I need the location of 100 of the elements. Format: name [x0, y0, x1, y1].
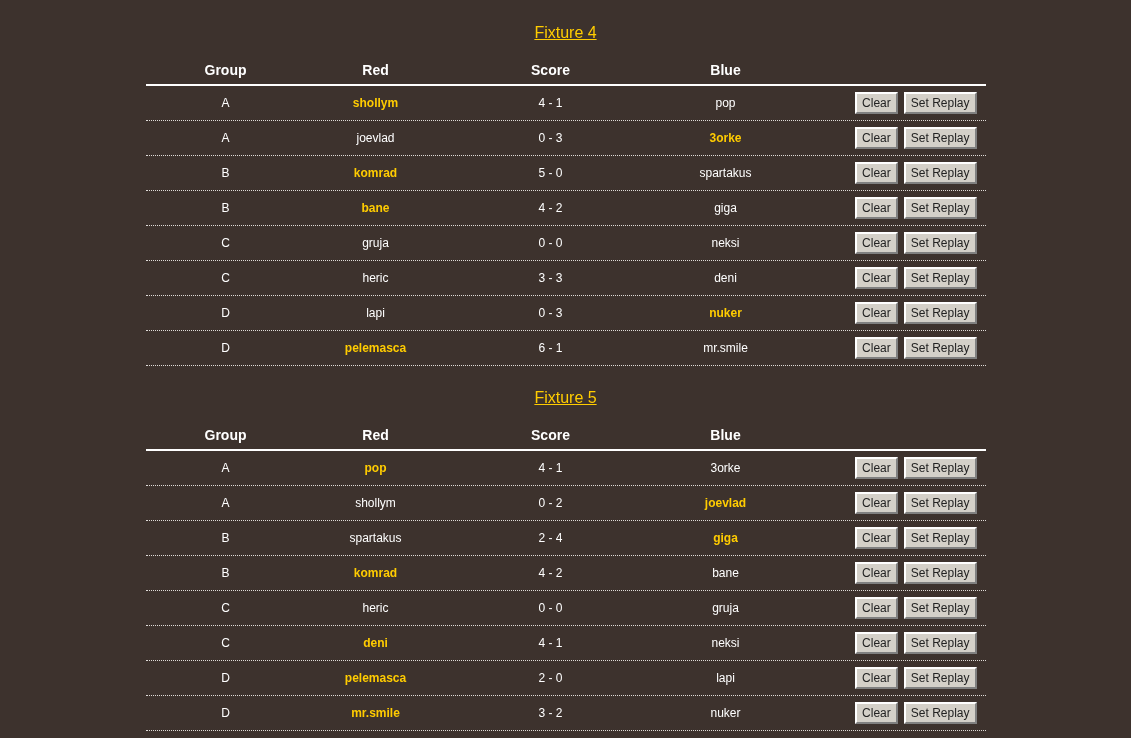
player-name: gruja — [362, 235, 389, 251]
player-name: pop — [364, 460, 387, 476]
set-replay-button[interactable]: Set Replay — [903, 597, 977, 619]
set-replay-button[interactable]: Set Replay — [903, 492, 977, 514]
set-replay-button[interactable]: Set Replay — [903, 562, 977, 584]
group-cell: B — [221, 565, 230, 581]
player-name: deni — [714, 270, 737, 286]
score-cell: 3 - 3 — [538, 270, 563, 286]
player-name: nuker — [709, 305, 742, 321]
column-header: Score — [531, 61, 570, 80]
player-name: joevlad — [704, 495, 747, 511]
player-name: nuker — [710, 705, 741, 721]
group-cell: C — [221, 270, 230, 286]
player-name: heric — [362, 600, 389, 616]
score-cell: 4 - 1 — [538, 635, 563, 651]
player-name: pop — [715, 95, 736, 111]
set-replay-button[interactable]: Set Replay — [903, 302, 977, 324]
set-replay-button[interactable]: Set Replay — [903, 267, 977, 289]
player-name: 3orke — [710, 460, 741, 476]
set-replay-button[interactable]: Set Replay — [903, 197, 977, 219]
player-name: shollym — [355, 495, 396, 511]
clear-button[interactable]: Clear — [855, 127, 898, 149]
clear-button[interactable]: Clear — [855, 597, 898, 619]
clear-button[interactable]: Clear — [855, 337, 898, 359]
score-cell: 2 - 4 — [538, 530, 563, 546]
column-header: Blue — [710, 61, 741, 80]
player-name: heric — [362, 270, 389, 286]
player-name: bane — [361, 200, 390, 216]
clear-button[interactable]: Clear — [855, 457, 898, 479]
player-name: deni — [363, 635, 388, 651]
clear-button[interactable]: Clear — [855, 302, 898, 324]
score-cell: 4 - 2 — [538, 565, 563, 581]
group-cell: D — [221, 305, 230, 321]
player-name: giga — [714, 200, 737, 216]
clear-button[interactable]: Clear — [855, 562, 898, 584]
player-name: gruja — [712, 600, 739, 616]
group-cell: D — [221, 670, 230, 686]
player-name: neksi — [711, 235, 740, 251]
set-replay-button[interactable]: Set Replay — [903, 667, 977, 689]
column-header: Red — [362, 61, 389, 80]
group-cell: A — [221, 95, 230, 111]
player-name: lapi — [366, 305, 385, 321]
score-cell: 4 - 2 — [538, 200, 563, 216]
group-cell: A — [221, 495, 230, 511]
clear-button[interactable]: Clear — [855, 162, 898, 184]
player-name: neksi — [711, 635, 740, 651]
clear-button[interactable]: Clear — [855, 632, 898, 654]
score-cell: 5 - 0 — [538, 165, 563, 181]
score-cell: 0 - 0 — [538, 600, 563, 616]
player-name: bane — [712, 565, 739, 581]
set-replay-button[interactable]: Set Replay — [903, 92, 977, 114]
score-cell: 6 - 1 — [538, 340, 563, 356]
column-header: Red — [362, 426, 389, 445]
set-replay-button[interactable]: Set Replay — [903, 702, 977, 724]
group-cell: B — [221, 530, 230, 546]
group-cell: A — [221, 460, 230, 476]
set-replay-button[interactable]: Set Replay — [903, 127, 977, 149]
player-name: pelemasca — [344, 670, 407, 686]
score-cell: 0 - 0 — [538, 235, 563, 251]
player-name: komrad — [353, 165, 398, 181]
clear-button[interactable]: Clear — [855, 702, 898, 724]
score-cell: 0 - 3 — [538, 130, 563, 146]
group-cell: C — [221, 635, 230, 651]
clear-button[interactable]: Clear — [855, 232, 898, 254]
player-name: joevlad — [356, 130, 395, 146]
player-name: shollym — [352, 95, 399, 111]
fixture-title-link[interactable]: Fixture 5 — [534, 390, 597, 406]
score-cell: 2 - 0 — [538, 670, 563, 686]
clear-button[interactable]: Clear — [855, 267, 898, 289]
score-cell: 4 - 1 — [538, 460, 563, 476]
player-name: lapi — [716, 670, 735, 686]
score-cell: 3 - 2 — [538, 705, 563, 721]
group-cell: B — [221, 165, 230, 181]
score-cell: 4 - 1 — [538, 95, 563, 111]
set-replay-button[interactable]: Set Replay — [903, 162, 977, 184]
set-replay-button[interactable]: Set Replay — [903, 337, 977, 359]
group-cell: C — [221, 600, 230, 616]
fixture-title-link[interactable]: Fixture 4 — [534, 25, 597, 41]
set-replay-button[interactable]: Set Replay — [903, 527, 977, 549]
clear-button[interactable]: Clear — [855, 492, 898, 514]
player-name: spartakus — [349, 530, 402, 546]
set-replay-button[interactable]: Set Replay — [903, 457, 977, 479]
player-name: spartakus — [699, 165, 752, 181]
player-name: mr.smile — [703, 340, 748, 356]
group-cell: A — [221, 130, 230, 146]
column-header: Group — [204, 61, 247, 80]
set-replay-button[interactable]: Set Replay — [903, 632, 977, 654]
player-name: mr.smile — [351, 705, 400, 721]
clear-button[interactable]: Clear — [855, 667, 898, 689]
column-header: Score — [531, 426, 570, 445]
clear-button[interactable]: Clear — [855, 197, 898, 219]
group-cell: D — [221, 705, 230, 721]
set-replay-button[interactable]: Set Replay — [903, 232, 977, 254]
group-cell: B — [221, 200, 230, 216]
group-cell: C — [221, 235, 230, 251]
clear-button[interactable]: Clear — [855, 527, 898, 549]
clear-button[interactable]: Clear — [855, 92, 898, 114]
group-cell: D — [221, 340, 230, 356]
player-name: pelemasca — [344, 340, 407, 356]
player-name: 3orke — [709, 130, 742, 146]
